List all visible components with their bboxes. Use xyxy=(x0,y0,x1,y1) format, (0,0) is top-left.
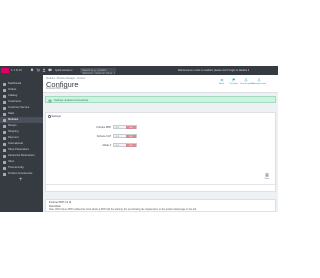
sidebar-item-label: Advanced Parameters xyxy=(8,154,35,158)
cart-icon[interactable] xyxy=(36,68,40,72)
page-header: Modules › Module Manager › Fortune Confi… xyxy=(43,75,278,93)
translate-label: Translate xyxy=(228,83,239,85)
flag-icon xyxy=(232,78,236,82)
setting-row: Fortune CAT YES NO xyxy=(46,134,277,139)
sidebar-item-label: International xyxy=(8,142,23,146)
message-icon[interactable] xyxy=(48,68,52,72)
info-text: Note: With fortune PDP enabled the hook … xyxy=(49,208,197,211)
add-shortcut-button[interactable]: + xyxy=(19,177,23,183)
back-label: Back xyxy=(219,83,224,85)
save-icon xyxy=(263,173,271,177)
gears-icon xyxy=(3,154,6,158)
setting-label: Fortune CAT xyxy=(96,134,111,138)
quick-access-link[interactable]: Quick Access ▾ xyxy=(55,69,73,72)
chart-icon xyxy=(3,112,6,116)
prestashop-logo[interactable] xyxy=(1,68,9,73)
check-circle-icon xyxy=(48,98,52,103)
cart-icon xyxy=(3,88,6,92)
maintenance-notice[interactable]: Maintenance mode is enabled, please don'… xyxy=(178,69,249,72)
sidebar-item-label: Customer Service xyxy=(8,106,30,110)
trending-icon xyxy=(3,82,6,86)
check-update-button[interactable]: Check update xyxy=(240,78,254,88)
manage-hooks-label: Manage hooks xyxy=(252,83,267,85)
switch-no[interactable]: NO xyxy=(126,135,136,139)
switch-yes[interactable]: YES xyxy=(115,145,119,147)
bell-icon[interactable] xyxy=(30,68,34,72)
success-alert: Settings updated successfully. xyxy=(45,96,276,103)
person-icon[interactable] xyxy=(42,68,46,72)
sidebar-item-label: Catalog xyxy=(8,94,18,98)
alert-text: Settings updated successfully. xyxy=(54,98,89,102)
sidebar-item-label: Shop Parameters xyxy=(8,148,29,152)
switch-no[interactable]: NO xyxy=(126,144,136,148)
sidebar-item-label: Stats xyxy=(8,112,15,116)
refresh-icon xyxy=(244,78,248,82)
card-icon xyxy=(3,136,6,140)
panel-heading-text: Settings xyxy=(51,115,61,119)
switch-yes[interactable]: YES xyxy=(115,136,119,138)
sidebar-item-label: Customers xyxy=(8,100,21,104)
sidebar-item-label: Modules xyxy=(8,118,19,122)
manage-hooks-button[interactable]: Manage hooks xyxy=(252,78,266,88)
fortune-cat-switch[interactable]: YES NO xyxy=(113,134,137,139)
link-icon xyxy=(3,172,6,176)
top-bar: 1.7.8.10 Quick Access ▾ Search (e.g.: pr… xyxy=(0,66,278,75)
back-button[interactable]: Back xyxy=(216,78,227,88)
desktop-icon xyxy=(3,124,6,128)
brush-icon xyxy=(3,166,6,170)
save-label: Save xyxy=(264,177,270,180)
person-icon xyxy=(3,100,6,104)
translate-button[interactable]: Translate xyxy=(228,78,239,88)
panel-footer-divider xyxy=(46,184,277,185)
sidebar-item-label: Orders xyxy=(8,88,17,92)
admin-screenshot: 1.7.8.10 Quick Access ▾ Search (e.g.: pr… xyxy=(0,66,278,212)
info-heading: Fortune PDP (v1.0) xyxy=(49,201,72,204)
sidebar-item-label: Design xyxy=(8,124,17,128)
info-panel: Fortune PDP (v1.0) Description Note: Wit… xyxy=(45,199,276,212)
puzzle-icon xyxy=(3,118,6,122)
setting-label: Mode 3 xyxy=(102,143,111,147)
panel-heading: Settings xyxy=(48,115,61,118)
mode-3-switch[interactable]: YES NO xyxy=(113,143,137,148)
sidebar-item-label: Dashboard xyxy=(8,82,22,86)
truck-icon xyxy=(3,130,6,134)
back-icon xyxy=(219,78,224,82)
sidebar-item-label: Themeconfig xyxy=(8,166,24,170)
sidebar-item-label: Xbox xyxy=(8,160,15,164)
sidebar-item-label: Product Accessories xyxy=(8,172,33,176)
fortune-pdp-switch[interactable]: YES NO xyxy=(113,125,137,130)
sidebar: Dashboard Orders Catalog Customers Custo… xyxy=(0,75,43,212)
chat-icon xyxy=(3,106,6,110)
settings-panel: Settings Fortune PDP YES NO Fortune CAT … xyxy=(45,112,277,192)
search-input[interactable]: Search (e.g.: product reference, custome… xyxy=(80,68,116,75)
setting-label: Fortune PDP xyxy=(96,125,111,129)
box-icon xyxy=(3,160,6,164)
version-label: 1.7.8.10 xyxy=(11,68,22,72)
anchor-icon xyxy=(257,78,261,82)
check-update-label: Check update xyxy=(240,83,254,85)
settings-icon xyxy=(3,148,6,152)
switch-no[interactable]: NO xyxy=(126,126,136,130)
switch-yes[interactable]: YES xyxy=(115,127,119,129)
page-subtitle: Fortune PDP (v1.0) xyxy=(46,86,69,90)
store-icon xyxy=(3,94,6,98)
setting-row: Mode 3 YES NO xyxy=(46,143,277,148)
setting-row: Fortune PDP YES NO xyxy=(46,125,277,130)
globe-icon xyxy=(3,142,6,146)
sidebar-item-label: Shipping xyxy=(8,130,19,134)
gear-icon xyxy=(48,115,51,118)
save-button[interactable]: Save xyxy=(263,173,271,182)
sidebar-item-label: Payment xyxy=(8,136,19,140)
